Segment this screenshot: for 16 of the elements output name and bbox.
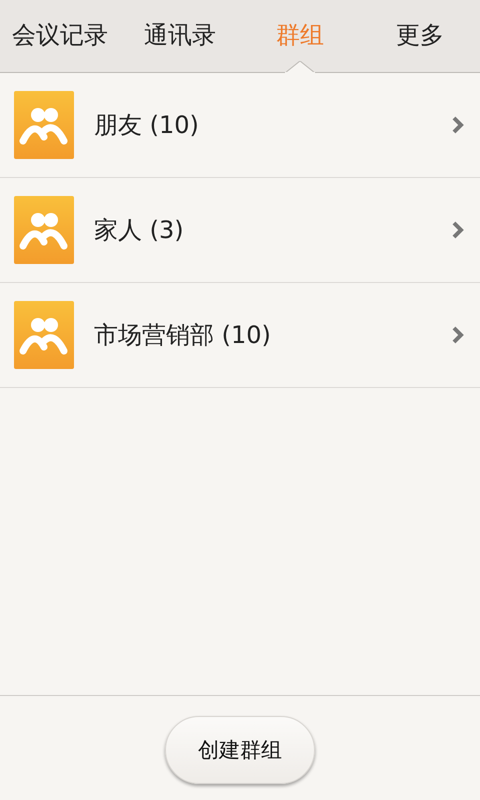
tab[interactable]: 通讯录 [120, 0, 240, 72]
create-group-button[interactable]: 创建群组 [165, 716, 315, 784]
group-name: 市场营销部 (10) [94, 320, 272, 351]
group-row[interactable]: 市场营销部 (10) [0, 283, 480, 388]
chevron-icon [452, 326, 464, 344]
tab[interactable]: 会议记录 [0, 0, 120, 72]
group-row[interactable]: 朋友 (10) [0, 73, 480, 178]
chevron-icon [452, 221, 464, 239]
people-icon [14, 91, 74, 159]
people-icon [14, 196, 74, 264]
chevron-icon [452, 116, 464, 134]
tab[interactable]: 更多 [360, 0, 480, 72]
group-name: 朋友 (10) [94, 110, 200, 141]
people-icon [14, 301, 74, 369]
group-row[interactable]: 家人 (3) [0, 178, 480, 283]
group-name: 家人 (3) [94, 215, 185, 246]
